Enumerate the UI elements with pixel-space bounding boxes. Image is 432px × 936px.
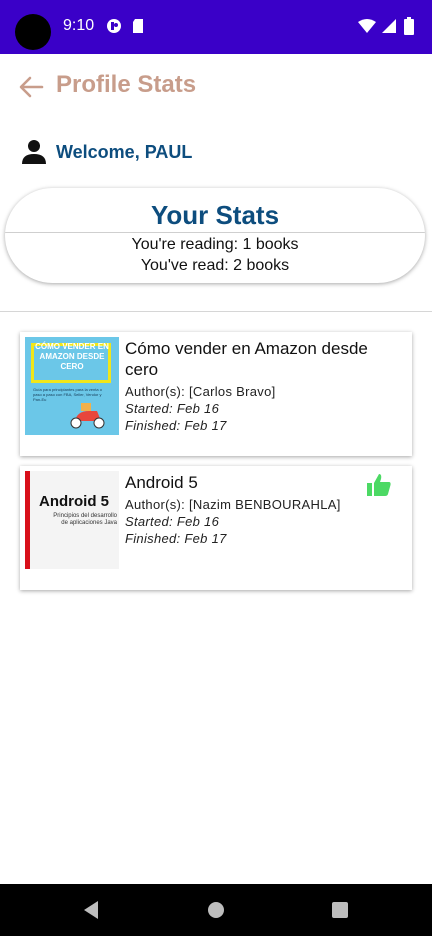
book-title: Android 5 xyxy=(125,473,198,492)
section-divider xyxy=(0,311,432,312)
back-triangle-icon[interactable] xyxy=(82,900,100,920)
person-icon xyxy=(22,140,46,164)
cover-red-stripe xyxy=(25,471,30,569)
book-authors: Author(s): [Carlos Bravo] xyxy=(125,384,276,399)
signal-icon xyxy=(382,19,396,33)
book-cover-image: Android 5 Principios del desarrollo de a… xyxy=(25,471,119,569)
cover-subtitle: Principios del desarrollo de aplicacione… xyxy=(53,513,117,526)
welcome-row: Welcome, PAUL xyxy=(20,136,192,168)
book-authors: Author(s): [Nazim BENBOURAHLA] xyxy=(125,497,341,512)
toolbar: Profile Stats xyxy=(0,54,432,120)
scooter-icon xyxy=(70,403,105,429)
book-cover-image: CÓMO VENDER EN AMAZON DESDE CERO Guía pa… xyxy=(25,337,119,435)
nav-bar xyxy=(0,884,432,936)
book-info: Android 5 Author(s): [Nazim BENBOURAHLA]… xyxy=(125,472,405,546)
book-card[interactable]: Android 5 Principios del desarrollo de a… xyxy=(20,466,412,590)
stats-card: Your Stats You're reading: 1 books You'v… xyxy=(5,188,425,283)
thumb-up-icon[interactable] xyxy=(366,472,392,498)
book-title: Cómo vender en Amazon desde cero xyxy=(125,339,368,379)
book-info: Cómo vender en Amazon desde cero Author(… xyxy=(125,338,405,433)
recents-square-icon[interactable] xyxy=(331,901,349,919)
battery-icon xyxy=(404,17,414,35)
wifi-icon xyxy=(358,19,376,33)
sd-card-icon xyxy=(133,19,143,33)
book-finished: Finished: Feb 17 xyxy=(125,418,227,433)
book-card[interactable]: CÓMO VENDER EN AMAZON DESDE CERO Guía pa… xyxy=(20,332,412,456)
book-cover: Android 5 Principios del desarrollo de a… xyxy=(25,471,119,569)
read-count: You've read: 2 books xyxy=(140,257,290,274)
camera-cutout xyxy=(15,14,51,50)
book-finished: Finished: Feb 17 xyxy=(125,531,227,546)
stats-title: Your Stats xyxy=(150,200,280,230)
arrow-left-icon[interactable] xyxy=(18,74,44,100)
system-status-icons xyxy=(352,0,432,54)
welcome-text: Welcome, PAUL xyxy=(56,141,193,162)
home-circle-icon[interactable] xyxy=(207,901,225,919)
book-started: Started: Feb 16 xyxy=(125,401,220,416)
cover-subtitle: Guía para principiantes para la venta o … xyxy=(33,387,102,402)
stats-divider xyxy=(5,232,425,233)
notification-icon xyxy=(107,19,121,33)
status-bar: 9:10 xyxy=(0,0,432,54)
page-title: Profile Stats xyxy=(56,71,197,98)
cover-title: CÓMO VENDER EN AMAZON DESDE CERO xyxy=(35,342,109,371)
status-time: 9:10 xyxy=(63,17,95,34)
cover-title: Android 5 xyxy=(39,493,109,510)
reading-count: You're reading: 1 books xyxy=(131,236,299,253)
book-started: Started: Feb 16 xyxy=(125,514,220,529)
book-cover: CÓMO VENDER EN AMAZON DESDE CERO Guía pa… xyxy=(25,337,119,435)
